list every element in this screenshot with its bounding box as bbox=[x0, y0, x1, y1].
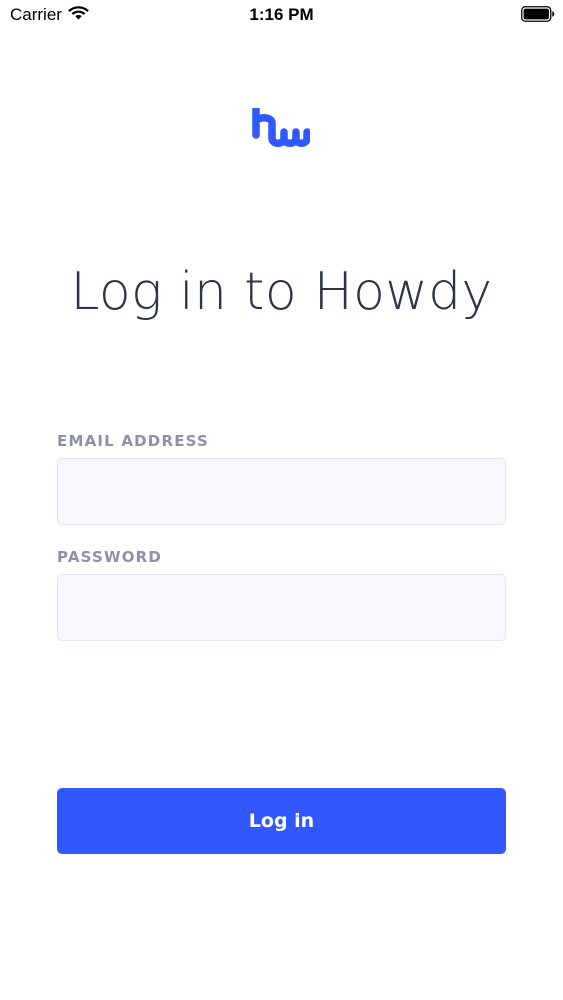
email-field[interactable] bbox=[57, 458, 506, 525]
email-label: EMAIL ADDRESS bbox=[57, 432, 209, 450]
password-label: PASSWORD bbox=[57, 548, 163, 566]
login-button[interactable]: Log in bbox=[57, 788, 506, 854]
status-time: 1:16 PM bbox=[249, 5, 314, 24]
battery-icon bbox=[521, 6, 555, 22]
howdy-logo-icon bbox=[252, 108, 310, 147]
page-title: Log in to Howdy bbox=[70, 262, 493, 322]
status-bar: Carrier 1:16 PM bbox=[0, 0, 563, 30]
password-field[interactable] bbox=[57, 574, 506, 641]
